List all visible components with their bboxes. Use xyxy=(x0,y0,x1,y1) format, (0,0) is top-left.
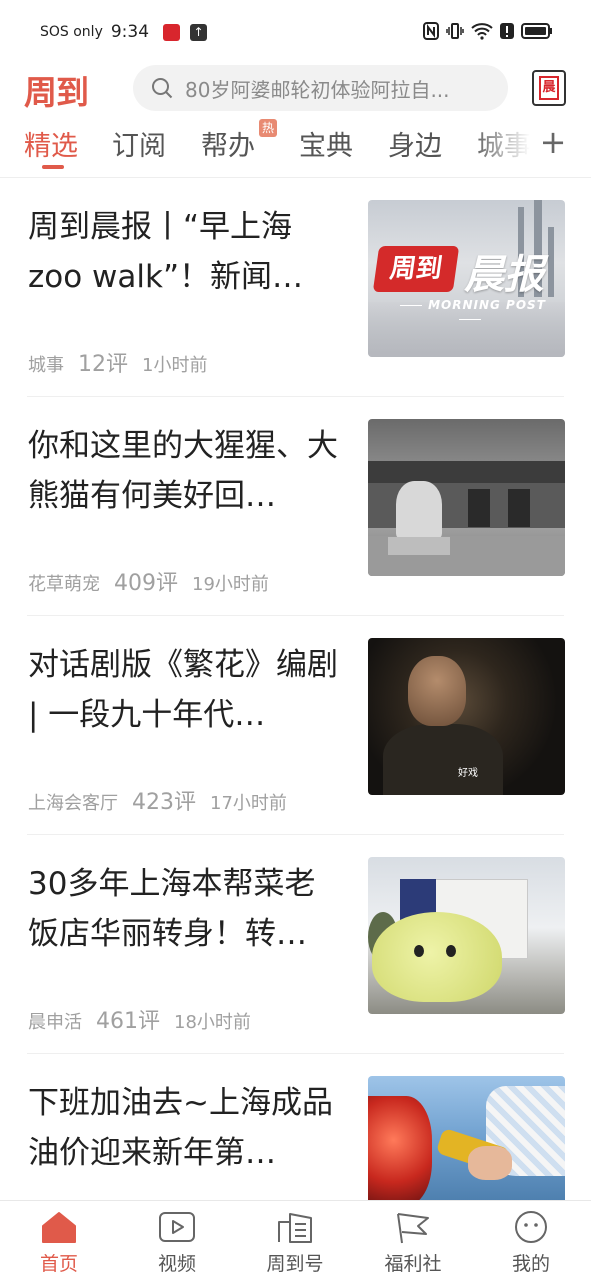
flag-icon xyxy=(393,1209,433,1245)
app-logo[interactable]: 周到 xyxy=(24,66,89,114)
news-thumbnail: 周到 晨报 MORNING POST xyxy=(368,200,565,357)
news-category: 晨申活 xyxy=(28,1012,82,1033)
profile-face-icon xyxy=(511,1209,551,1245)
search-bar[interactable]: 80岁阿婆邮轮初体验阿拉自... xyxy=(133,65,508,111)
thumb-title: 晨报 xyxy=(464,252,544,298)
news-time: 1小时前 xyxy=(142,355,208,376)
carrier-status: SOS only xyxy=(40,24,103,40)
news-item[interactable]: 周到晨报丨“早上海zoo walk”！新闻… 城事 12评 1小时前 周到 晨报… xyxy=(0,178,591,397)
photo-figure-body xyxy=(383,724,503,795)
news-thumbnail xyxy=(368,1076,565,1200)
app-header: 周到 80岁阿婆邮轮初体验阿拉自... 晨 xyxy=(0,64,591,116)
photo-door xyxy=(468,489,490,527)
news-meta: 花草萌宠 409评 19小时前 xyxy=(28,565,269,597)
tab-guide[interactable]: 宝典 xyxy=(299,124,353,163)
wifi-icon xyxy=(471,23,493,40)
news-title: 下班加油去~上海成品油价迎来新年第… xyxy=(28,1085,333,1171)
photo-mascot xyxy=(372,912,502,1002)
news-meta: 城事 12评 1小时前 xyxy=(28,346,207,378)
news-item[interactable]: 对话剧版《繁花》编剧 | 一段九十年代… 上海会客厅 423评 17小时前 好戏 xyxy=(0,616,591,835)
news-comments: 461评 xyxy=(96,1009,160,1034)
photo-pedestal xyxy=(388,537,450,555)
news-title: 你和这里的大猩猩、大熊猫有何美好回… xyxy=(28,428,338,514)
nav-label: 首页 xyxy=(39,1253,78,1275)
video-icon xyxy=(157,1209,197,1245)
news-item[interactable]: 30多年上海本帮菜老饭店华丽转身！转… 晨申活 461评 18小时前 xyxy=(0,835,591,1054)
battery-icon xyxy=(521,23,552,39)
thumb-caption: 好戏 xyxy=(458,768,478,779)
alert-icon xyxy=(500,23,514,39)
news-category: 花草萌宠 xyxy=(28,574,100,595)
news-category: 城事 xyxy=(28,355,64,376)
nav-label: 我的 xyxy=(511,1253,550,1275)
photo-figure-head xyxy=(408,656,466,726)
status-left: SOS only 9:34 ↑ xyxy=(40,22,208,42)
photo-hand xyxy=(468,1146,512,1180)
news-comments: 409评 xyxy=(114,571,178,596)
news-item[interactable]: 你和这里的大猩猩、大熊猫有何美好回… 花草萌宠 409评 19小时前 xyxy=(0,397,591,616)
active-tab-indicator xyxy=(42,165,64,169)
news-feed: 周到晨报丨“早上海zoo walk”！新闻… 城事 12评 1小时前 周到 晨报… xyxy=(0,178,591,1200)
upload-icon: ↑ xyxy=(190,23,208,41)
news-title: 周到晨报丨“早上海zoo walk”！新闻… xyxy=(28,209,304,295)
nav-label: 福利社 xyxy=(384,1253,442,1275)
morning-post-icon: 晨 xyxy=(539,76,559,100)
hot-badge: 热 xyxy=(259,119,277,137)
news-thumbnail: 好戏 xyxy=(368,638,565,795)
news-meta: 上海会客厅 423评 17小时前 xyxy=(28,784,287,816)
news-title: 对话剧版《繁花》编剧 | 一段九十年代… xyxy=(28,647,338,733)
news-meta: 晨申活 461评 18小时前 xyxy=(28,1003,251,1035)
news-category: 上海会客厅 xyxy=(28,793,118,814)
mascot-eye xyxy=(414,945,424,957)
photo-door xyxy=(508,489,530,527)
search-placeholder: 80岁阿婆邮轮初体验阿拉自... xyxy=(185,77,450,102)
tab-subscribe[interactable]: 订阅 xyxy=(112,124,166,163)
status-right xyxy=(423,22,553,40)
skyline-tower xyxy=(548,227,554,297)
news-comments: 12评 xyxy=(78,352,128,377)
photo-lion-statue xyxy=(396,481,442,539)
thumb-logo: 周到 xyxy=(372,246,460,292)
news-time: 19小时前 xyxy=(192,574,269,595)
morning-post-button[interactable]: 晨 xyxy=(532,70,566,106)
news-time: 17小时前 xyxy=(210,793,287,814)
nav-me[interactable]: 我的 xyxy=(481,1209,581,1276)
photo-tail-lamp xyxy=(368,1096,432,1200)
app-notification-icon xyxy=(163,23,181,41)
status-bar: SOS only 9:34 ↑ xyxy=(0,0,591,64)
search-icon xyxy=(152,78,173,99)
tabs-fade xyxy=(470,122,530,174)
news-title: 30多年上海本帮菜老饭店华丽转身！转… xyxy=(28,866,316,952)
mascot-eye xyxy=(446,945,456,957)
nav-label: 周到号 xyxy=(266,1253,324,1275)
nav-home[interactable]: 首页 xyxy=(9,1209,109,1276)
news-time: 18小时前 xyxy=(174,1012,251,1033)
bottom-navigation: 首页 视频 周到号 福利社 我的 xyxy=(0,1200,591,1280)
thumb-subtitle: MORNING POST xyxy=(386,298,554,326)
photo-roof xyxy=(368,461,565,483)
vibrate-icon xyxy=(446,23,464,39)
home-icon xyxy=(39,1209,79,1245)
tab-help[interactable]: 帮办 xyxy=(201,124,255,163)
channel-tabs: 精选 订阅 帮办 热 宝典 身边 城事 + xyxy=(0,119,591,178)
building-icon xyxy=(275,1209,315,1245)
nav-zhoudao-hao[interactable]: 周到号 xyxy=(245,1209,345,1276)
news-thumbnail xyxy=(368,857,565,1014)
news-thumbnail xyxy=(368,419,565,576)
tab-nearby[interactable]: 身边 xyxy=(388,124,442,163)
add-channel-button[interactable]: + xyxy=(533,122,573,162)
nav-welfare[interactable]: 福利社 xyxy=(363,1209,463,1276)
tab-featured[interactable]: 精选 xyxy=(24,124,78,163)
nav-video[interactable]: 视频 xyxy=(127,1209,227,1276)
news-item[interactable]: 下班加油去~上海成品油价迎来新年第… xyxy=(0,1054,591,1200)
news-comments: 423评 xyxy=(132,790,196,815)
clock: 9:34 xyxy=(110,22,150,42)
nfc-icon xyxy=(423,22,439,40)
nav-label: 视频 xyxy=(157,1253,196,1275)
